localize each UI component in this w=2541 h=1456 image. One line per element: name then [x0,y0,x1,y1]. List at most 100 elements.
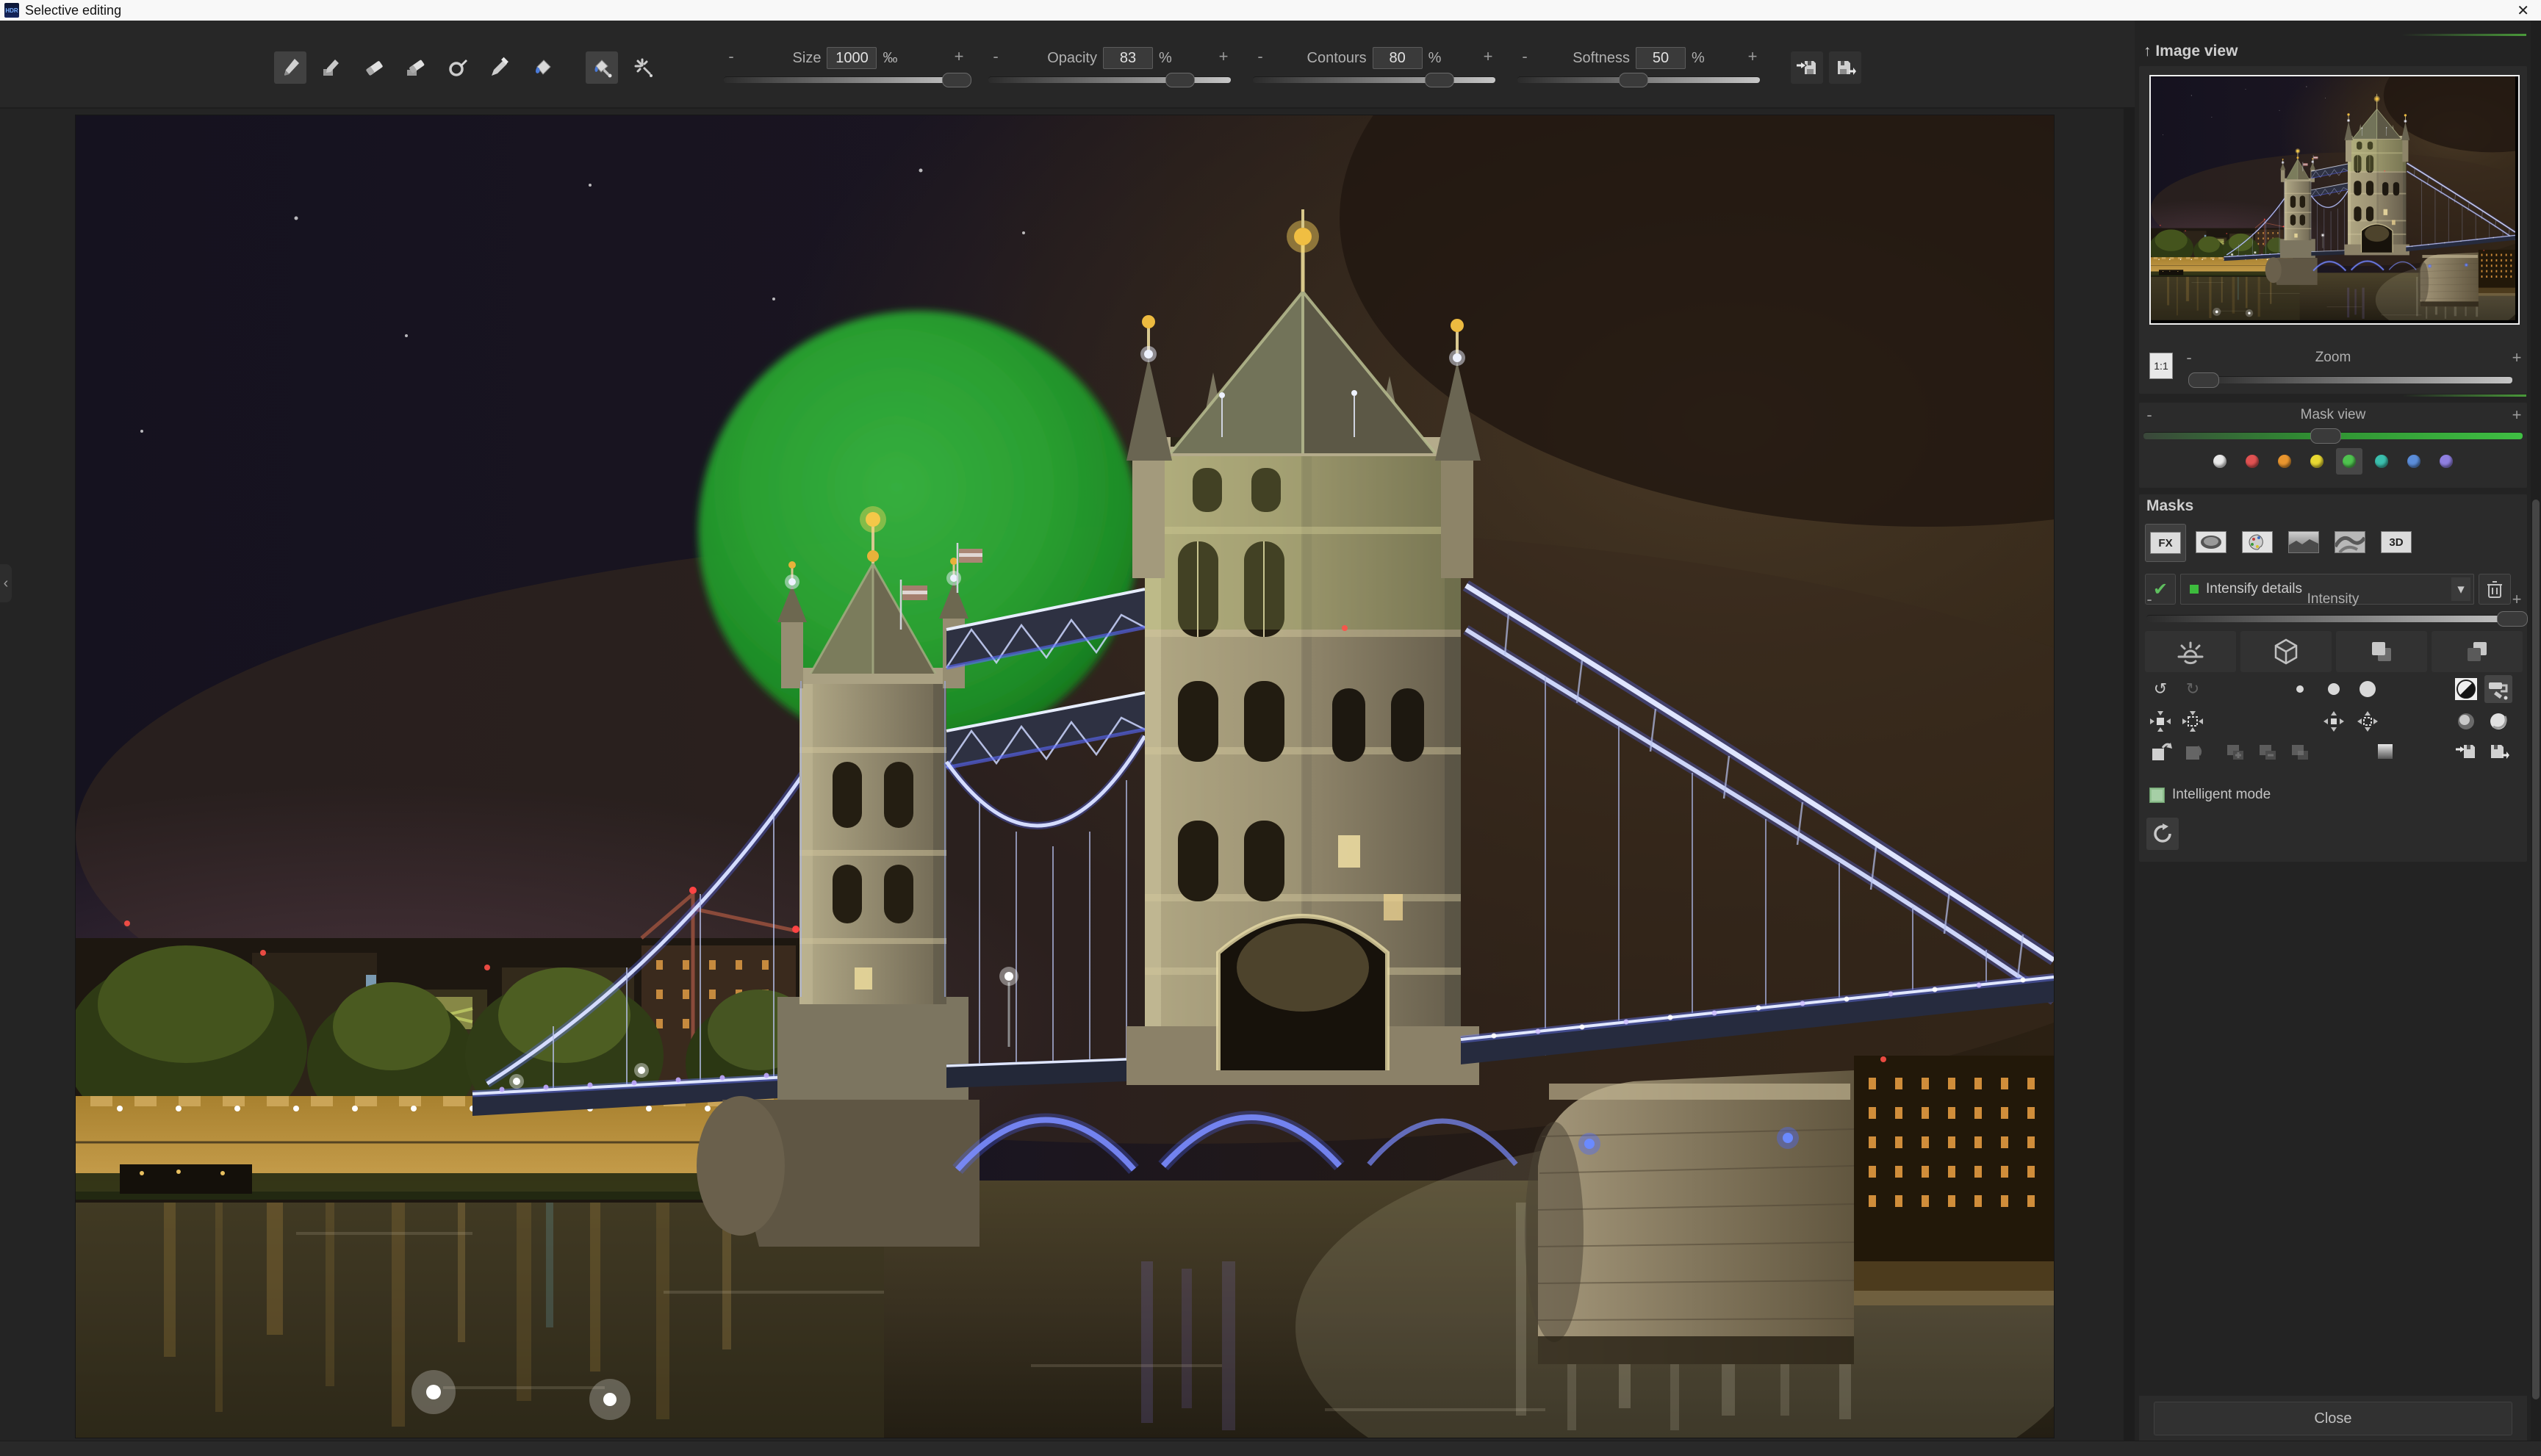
blue-color-dot [2407,455,2420,468]
close-button[interactable]: Close [2154,1402,2512,1435]
copy-mask-button[interactable] [2146,738,2174,765]
magic-wand-tool-button[interactable] [628,51,660,84]
size-slider[interactable] [724,76,966,83]
square-back-icon [2461,635,2493,668]
save-settings-button[interactable] [1829,51,1861,84]
contours-slider-handle[interactable] [1425,73,1454,87]
softness-increase-button[interactable]: + [1745,47,1760,66]
mask-type-palette-button[interactable] [2238,524,2277,561]
mask-type-structure-button[interactable] [2330,524,2370,561]
expand-mask-more-button[interactable] [2354,707,2382,735]
contours-slider[interactable] [1253,76,1495,83]
opacity-decrease-button[interactable]: - [988,47,1003,66]
opacity-slider-handle[interactable] [1165,73,1195,87]
soften-mask-button[interactable] [2452,707,2480,735]
size-decrease-button[interactable]: - [724,47,738,66]
brush-size-large-button[interactable] [2354,675,2382,703]
softness-slider[interactable] [1517,76,1760,83]
mask-type-fx-button[interactable]: FX [2145,524,2186,562]
layer-back-button[interactable] [2432,631,2523,672]
scrollbar-thumb[interactable] [2532,500,2540,1399]
opacity-slider[interactable] [988,76,1231,83]
mask-paint-mode-button[interactable] [2484,675,2512,703]
mask-color-yellow[interactable] [2304,448,2330,475]
opacity-increase-button[interactable]: + [1216,47,1231,66]
mask-type-vignette-button[interactable] [2191,524,2231,561]
image-canvas[interactable] [76,115,2054,1438]
subtract-mask-button[interactable] [2254,738,2282,765]
intensity-increase-button[interactable]: + [2509,590,2524,609]
add-mask-button[interactable] [2221,738,2249,765]
window-close-button[interactable]: ✕ [2517,0,2529,21]
fill-bucket-icon [531,57,553,79]
layer-front-button[interactable] [2336,631,2427,672]
harden-mask-button[interactable] [2484,707,2512,735]
eraser-tool-button[interactable] [358,51,390,84]
expand-mask-button[interactable] [2320,707,2348,735]
mask-color-white[interactable] [2207,448,2233,475]
navigator-thumbnail[interactable] [2149,75,2520,325]
zoom-slider-handle[interactable] [2188,372,2219,388]
import-mask-button[interactable] [2452,738,2480,765]
fill-tool-button[interactable] [525,51,558,84]
redo-button[interactable]: ↻ [2179,675,2207,703]
zoom-in-button[interactable]: + [2509,348,2524,367]
mask-type-3d-button[interactable]: 3D [2376,524,2416,561]
mask-view-label: Mask view [2168,407,2498,423]
intensity-slider[interactable] [2146,615,2520,622]
intelligent-mode-checkbox[interactable] [2149,788,2165,803]
shrink-mask-more-button[interactable] [2179,707,2207,735]
cube-3d-button[interactable] [2240,631,2332,672]
paintbrush-tool-button[interactable] [274,51,306,84]
brush-size-small-button[interactable] [2286,675,2314,703]
softness-decrease-button[interactable]: - [1517,47,1532,66]
load-settings-button[interactable] [1791,51,1823,84]
window-title: Selective editing [25,3,121,18]
mask-color-teal[interactable] [2368,448,2395,475]
contours-value-field[interactable]: 80 [1373,47,1423,69]
mask-view-slider-handle[interactable] [2310,428,2341,444]
export-mask-button[interactable] [2484,738,2512,765]
mask-view-decrease-button[interactable]: - [2142,406,2157,425]
size-slider-handle[interactable] [942,73,971,87]
mask-color-green[interactable] [2336,448,2362,475]
tone-mapping-button[interactable] [2145,631,2236,672]
orange-color-dot [2278,455,2291,468]
image-view-header[interactable]: ↑ Image view [2143,43,2238,60]
color-picker-tool-button[interactable] [484,51,516,84]
softness-value-field[interactable]: 50 [1636,47,1686,69]
gradient-mask-button[interactable] [2371,738,2399,765]
left-panel-expand-handle[interactable]: ‹ [0,564,12,602]
size-value-field[interactable]: 1000 [827,47,877,69]
fill-selection-tool-button[interactable] [586,51,618,84]
intensity-decrease-button[interactable]: - [2142,590,2157,609]
mask-view-slider[interactable] [2143,432,2523,439]
mask-color-red[interactable] [2239,448,2265,475]
invert-mask-button[interactable] [2452,675,2480,703]
contours-decrease-button[interactable]: - [1253,47,1268,66]
mask-view-increase-button[interactable]: + [2509,406,2524,425]
intelligent-mode-row[interactable]: Intelligent mode [2149,787,2271,803]
opacity-value-field[interactable]: 83 [1103,47,1153,69]
selection-eraser-tool-button[interactable] [400,51,432,84]
mask-color-blue[interactable] [2401,448,2427,475]
brush-size-medium-button[interactable] [2320,675,2348,703]
panel-scrollbar[interactable] [2531,21,2541,1441]
softness-slider-handle[interactable] [1619,73,1648,87]
zoom-slider[interactable] [2201,376,2512,383]
intersect-mask-button[interactable] [2286,738,2314,765]
masks-header: Masks [2146,497,2193,515]
size-increase-button[interactable]: + [952,47,966,66]
contours-increase-button[interactable]: + [1481,47,1495,66]
mask-color-orange[interactable] [2271,448,2298,475]
mask-color-purple[interactable] [2433,448,2459,475]
paste-mask-button[interactable] [2179,738,2207,765]
undo-button[interactable]: ↺ [2146,675,2174,703]
recalculate-button[interactable] [2146,818,2179,850]
intensity-slider-handle[interactable] [2497,611,2528,627]
yellow-color-dot [2310,455,2323,468]
blur-brush-tool-button[interactable] [442,51,474,84]
shrink-mask-button[interactable] [2146,707,2174,735]
selection-brush-tool-button[interactable] [316,51,348,84]
mask-type-gradient-button[interactable] [2284,524,2323,561]
